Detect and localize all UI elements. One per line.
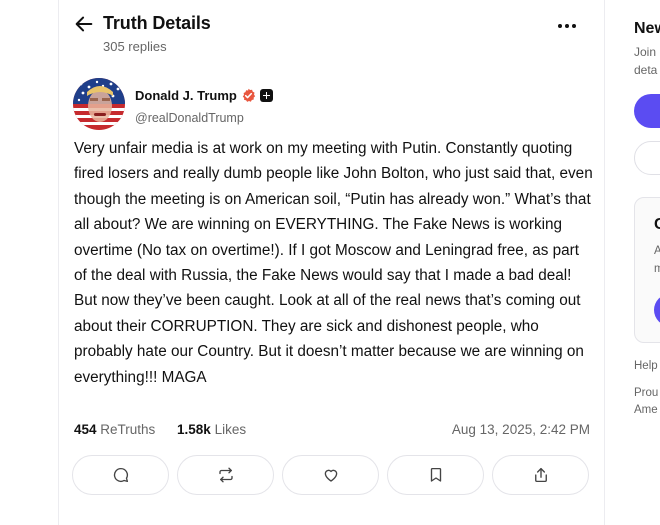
- post-stats: 454 ReTruths 1.58k Likes Aug 13, 2025, 2…: [74, 422, 590, 442]
- sidebar-primary-button[interactable]: [634, 94, 660, 128]
- verified-badge-icon: [242, 88, 255, 102]
- sidebar-card: C A m: [634, 197, 660, 343]
- page-title: Truth Details: [103, 13, 211, 33]
- right-sidebar: New Join deta C A m Help Prou Ame: [605, 0, 660, 525]
- post-author: Donald J. Trump @realDonaldTrump: [73, 78, 593, 130]
- share-button[interactable]: [492, 455, 589, 495]
- bookmark-icon: [430, 467, 441, 482]
- sidebar-subtitle-line: deta: [634, 63, 658, 77]
- author-name[interactable]: Donald J. Trump: [135, 88, 237, 103]
- likes-stat[interactable]: 1.58k Likes: [177, 422, 246, 437]
- retruths-count: 454: [74, 422, 97, 437]
- likes-label: Likes: [214, 422, 247, 437]
- sidebar-subtitle: Join deta: [634, 43, 657, 79]
- retruth-button[interactable]: [177, 455, 274, 495]
- like-button[interactable]: [282, 455, 379, 495]
- bookmark-button[interactable]: [387, 455, 484, 495]
- back-arrow-icon[interactable]: [73, 13, 95, 35]
- reply-button[interactable]: [72, 455, 169, 495]
- post-actions: [72, 455, 594, 495]
- footer-text: Prou Ame: [634, 385, 658, 419]
- share-icon: [534, 467, 547, 483]
- sidebar-card-button[interactable]: [654, 294, 660, 326]
- reply-count: 305 replies: [103, 39, 167, 54]
- sidebar-subtitle-line: Join: [634, 45, 657, 59]
- plus-badge-icon: [259, 88, 273, 102]
- sidebar-title: New: [634, 20, 660, 37]
- footer-text-line: Ame: [634, 404, 658, 416]
- retruths-stat[interactable]: 454 ReTruths: [74, 422, 155, 437]
- likes-count: 1.58k: [177, 422, 211, 437]
- post-text: Very unfair media is at work on my meeti…: [74, 140, 593, 386]
- page-header: Truth Details 305 replies: [59, 0, 604, 66]
- sidebar-card-title: C: [654, 216, 660, 233]
- sidebar-card-text: A m: [654, 242, 660, 278]
- author-name-row: Donald J. Trump: [135, 87, 273, 103]
- more-options-icon[interactable]: [555, 14, 579, 38]
- post-timestamp: Aug 13, 2025, 2:42 PM: [451, 422, 590, 437]
- avatar[interactable]: [73, 78, 125, 130]
- truth-details-panel: Truth Details 305 replies Donald J. Trum…: [59, 0, 604, 525]
- author-handle[interactable]: @realDonaldTrump: [135, 111, 244, 125]
- sidebar-secondary-button[interactable]: [634, 141, 660, 175]
- sidebar-card-line: A: [654, 245, 660, 257]
- footer-text-line: Prou: [634, 387, 659, 399]
- help-link[interactable]: Help: [634, 360, 658, 372]
- retruths-label: ReTruths: [100, 422, 156, 437]
- retruth-icon: [218, 467, 233, 483]
- like-icon: [324, 469, 337, 482]
- sidebar-card-line: m: [654, 263, 660, 275]
- reply-icon: [113, 467, 128, 483]
